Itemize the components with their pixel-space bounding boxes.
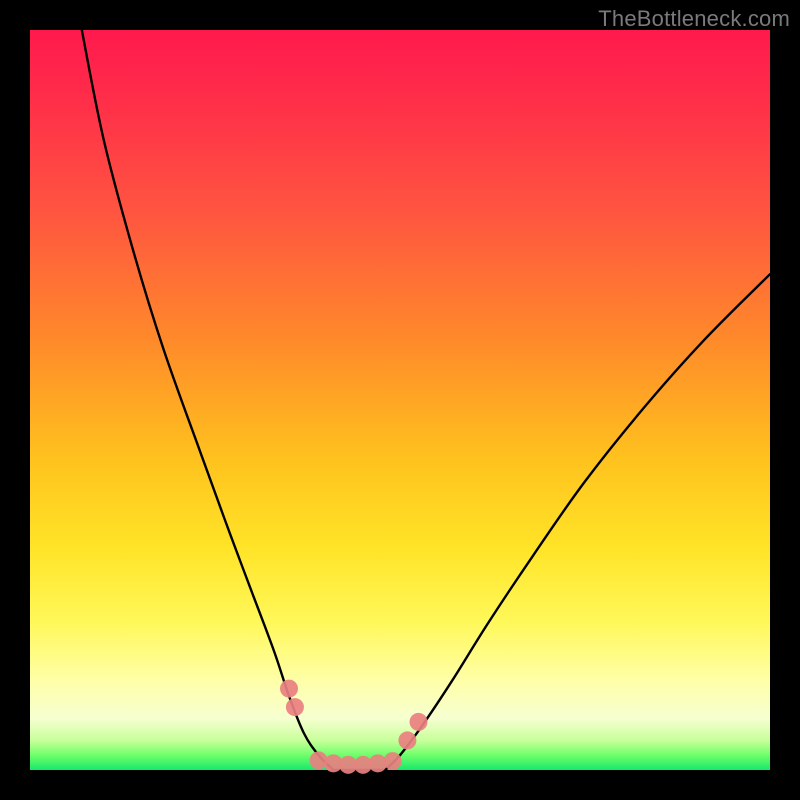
chart-svg	[30, 30, 770, 770]
marker-left-arm	[286, 698, 304, 716]
watermark-text: TheBottleneck.com	[598, 6, 790, 32]
marker-right-arm	[410, 713, 428, 731]
series-left-curve	[82, 30, 334, 770]
marker-valley	[384, 752, 402, 770]
curve-layer	[82, 30, 770, 770]
marker-valley	[310, 751, 328, 769]
marker-right-arm	[398, 731, 416, 749]
chart-plot-area	[30, 30, 770, 770]
marker-left-arm	[280, 680, 298, 698]
series-right-curve	[385, 274, 770, 770]
chart-frame: TheBottleneck.com	[0, 0, 800, 800]
